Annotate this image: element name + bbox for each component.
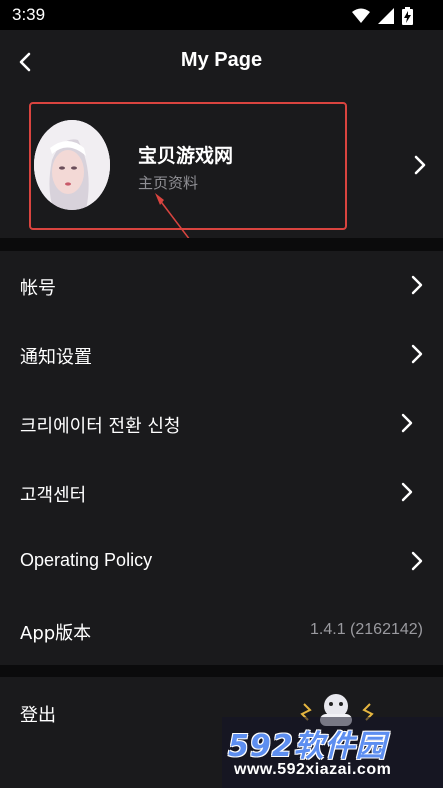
menu-item-notification-settings[interactable]: 通知设置 xyxy=(0,320,443,389)
section-separator xyxy=(0,665,443,677)
chevron-right-icon xyxy=(411,275,423,295)
wifi-icon xyxy=(352,8,370,23)
settings-menu: 帐号 通知设置 크리에이터 전환 신청 고객센터 Operating Polic… xyxy=(0,251,443,665)
menu-item-label: App版本 xyxy=(20,623,92,644)
section-separator xyxy=(0,238,443,251)
menu-item-customer-center[interactable]: 고객센터 xyxy=(0,458,443,527)
status-bar: 3:39 xyxy=(0,0,443,30)
page-title: My Page xyxy=(180,49,263,71)
profile-subtitle: 主页资料 xyxy=(138,174,199,192)
menu-item-label: 通知设置 xyxy=(20,347,92,368)
status-icons xyxy=(352,7,413,25)
avatar-image xyxy=(34,120,110,210)
menu-item-creator-application[interactable]: 크리에이터 전환 신청 xyxy=(0,389,443,458)
avatar[interactable] xyxy=(34,120,110,210)
battery-charging-icon xyxy=(402,7,413,25)
logout-label: 登出 xyxy=(20,705,56,726)
menu-item-label: 고객센터 xyxy=(20,485,87,506)
signal-icon xyxy=(378,8,394,24)
profile-card[interactable]: 宝贝游戏网 主页资料 xyxy=(0,92,443,238)
watermark-mascot-icon xyxy=(300,694,374,726)
menu-item-account[interactable]: 帐号 xyxy=(0,251,443,320)
menu-item-app-version: App版本 1.4.1 (2162142) xyxy=(0,596,443,665)
watermark-url: www.592xiazai.com xyxy=(234,761,392,778)
status-time: 3:39 xyxy=(12,5,46,24)
chevron-right-icon xyxy=(414,155,426,175)
chevron-right-icon xyxy=(401,413,413,433)
chevron-right-icon xyxy=(401,482,413,502)
chevron-right-icon xyxy=(411,344,423,364)
navigation-bar: My Page xyxy=(0,30,443,92)
menu-item-label: 帐号 xyxy=(20,278,56,299)
app-version-value: 1.4.1 (2162142) xyxy=(310,621,423,638)
menu-item-label: 크리에이터 전환 신청 xyxy=(20,416,181,437)
menu-item-label: Operating Policy xyxy=(20,550,153,570)
logout-button[interactable]: 登出 xyxy=(0,677,443,747)
chevron-right-icon xyxy=(411,551,423,571)
menu-item-operating-policy[interactable]: Operating Policy xyxy=(0,527,443,596)
profile-name: 宝贝游戏网 xyxy=(138,145,234,167)
